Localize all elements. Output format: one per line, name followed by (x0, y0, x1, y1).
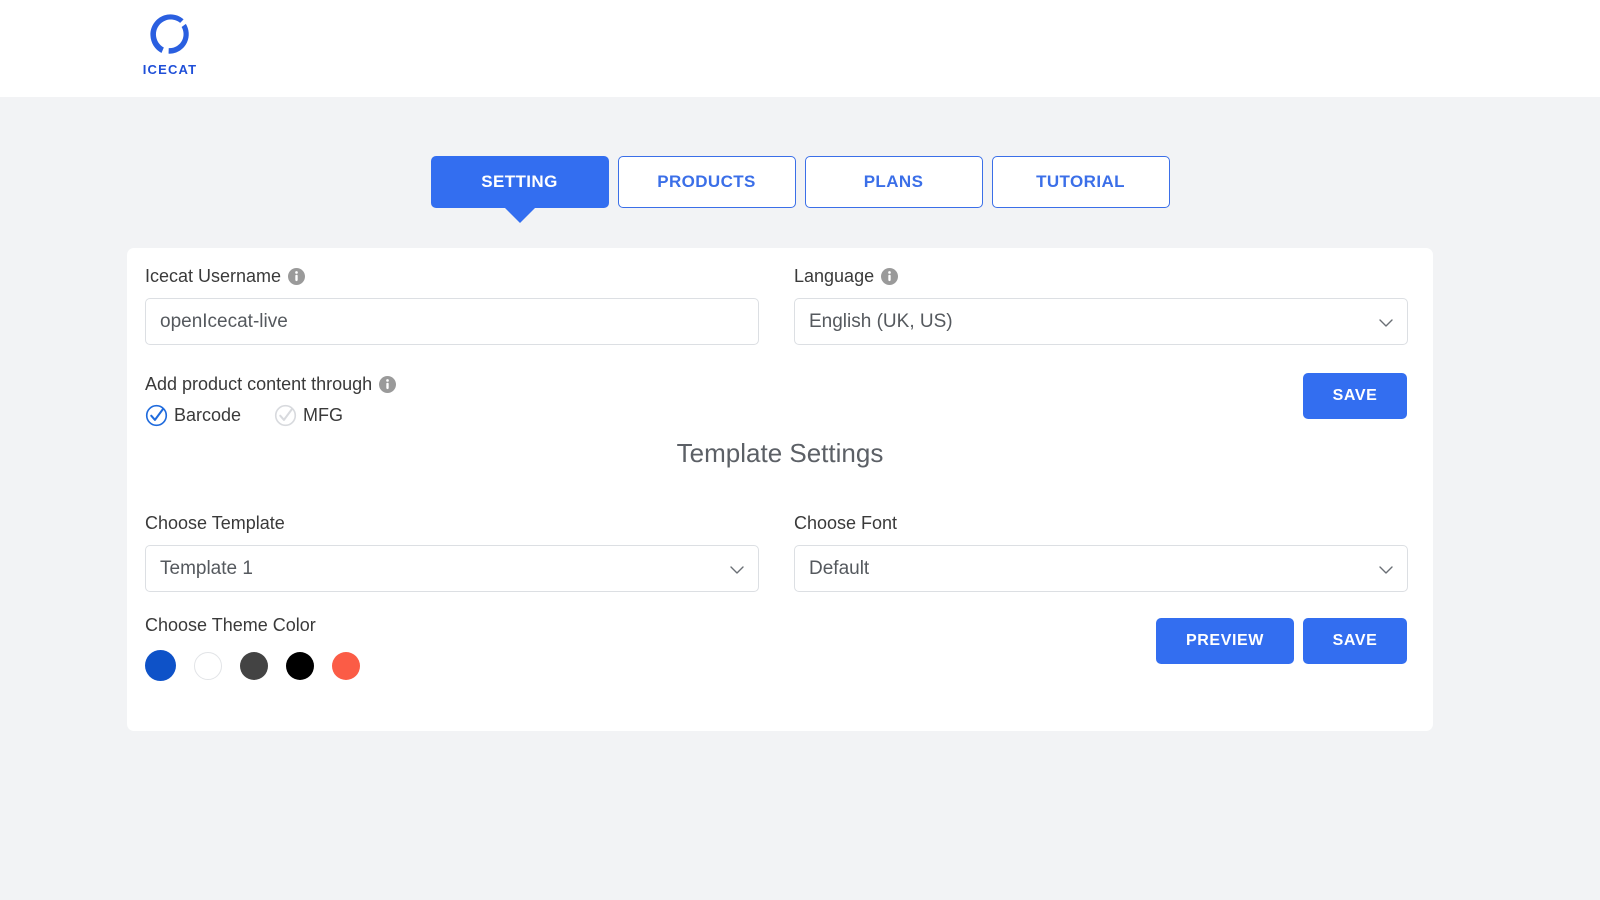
font-label-text: Choose Font (794, 513, 897, 534)
theme-color-label: Choose Theme Color (145, 615, 360, 636)
language-select[interactable]: English (UK, US) (794, 298, 1408, 345)
checkbox-barcode-label: Barcode (174, 405, 241, 426)
page-header: ICECAT (0, 0, 1600, 97)
font-label: Choose Font (794, 513, 1427, 534)
template-fields-row: Choose Template Template 1 Choose Font D… (127, 513, 1433, 592)
template-actions: PREVIEW SAVE (1156, 618, 1407, 664)
icecat-logo[interactable]: ICECAT (127, 8, 213, 88)
tab-setting-label: SETTING (481, 172, 557, 192)
tab-plans[interactable]: PLANS (805, 156, 983, 208)
theme-swatch-blue[interactable] (145, 650, 176, 681)
preview-button[interactable]: PREVIEW (1156, 618, 1294, 664)
info-icon[interactable] (288, 268, 305, 285)
logo-wordmark: ICECAT (143, 62, 198, 77)
tab-setting[interactable]: SETTING (431, 156, 609, 208)
template-select-value: Template 1 (160, 558, 253, 580)
font-select[interactable]: Default (794, 545, 1408, 592)
tab-products-label: PRODUCTS (657, 172, 756, 192)
font-field-group: Choose Font Default (777, 513, 1427, 592)
template-settings-title: Template Settings (127, 438, 1433, 469)
username-label: Icecat Username (145, 266, 777, 287)
template-label-text: Choose Template (145, 513, 285, 534)
language-field-group: Language English (UK, US) (777, 266, 1427, 345)
template-label: Choose Template (145, 513, 777, 534)
icecat-c-logo-icon (141, 8, 199, 66)
content-through-label: Add product content through (145, 374, 396, 395)
checkbox-barcode[interactable]: Barcode (145, 404, 241, 427)
tab-tutorial-label: TUTORIAL (1036, 172, 1125, 192)
content-through-label-text: Add product content through (145, 374, 372, 395)
theme-swatch-coral[interactable] (332, 652, 360, 680)
chevron-down-icon (730, 562, 744, 576)
settings-card: Icecat Username openIcecat-live Language (127, 248, 1433, 731)
template-select[interactable]: Template 1 (145, 545, 759, 592)
tab-plans-label: PLANS (864, 172, 924, 192)
check-circle-icon (145, 404, 168, 427)
check-circle-icon (274, 404, 297, 427)
theme-color-swatches (145, 650, 360, 681)
language-label-text: Language (794, 266, 874, 287)
account-fields-row: Icecat Username openIcecat-live Language (127, 266, 1427, 345)
username-input[interactable]: openIcecat-live (145, 298, 759, 345)
font-select-value: Default (809, 558, 869, 580)
username-field-group: Icecat Username openIcecat-live (127, 266, 777, 345)
theme-swatch-black[interactable] (286, 652, 314, 680)
main-tabs: SETTING PRODUCTS PLANS TUTORIAL (0, 156, 1600, 208)
checkbox-mfg-label: MFG (303, 405, 343, 426)
language-select-value: English (UK, US) (809, 311, 953, 333)
theme-color-label-text: Choose Theme Color (145, 615, 316, 636)
chevron-down-icon (1379, 562, 1393, 576)
theme-color-group: Choose Theme Color (145, 615, 360, 681)
info-icon[interactable] (379, 376, 396, 393)
save-account-button[interactable]: SAVE (1303, 373, 1407, 419)
template-field-group: Choose Template Template 1 (127, 513, 777, 592)
username-label-text: Icecat Username (145, 266, 281, 287)
content-through-options: Barcode MFG (145, 404, 396, 427)
theme-swatch-dark-grey[interactable] (240, 652, 268, 680)
theme-swatch-white[interactable] (194, 652, 222, 680)
language-label: Language (794, 266, 1427, 287)
tab-products[interactable]: PRODUCTS (618, 156, 796, 208)
info-icon[interactable] (881, 268, 898, 285)
checkbox-mfg[interactable]: MFG (274, 404, 343, 427)
save-template-button[interactable]: SAVE (1303, 618, 1407, 664)
chevron-down-icon (1379, 315, 1393, 329)
tab-tutorial[interactable]: TUTORIAL (992, 156, 1170, 208)
content-through-group: Add product content through Barcode (145, 374, 396, 427)
